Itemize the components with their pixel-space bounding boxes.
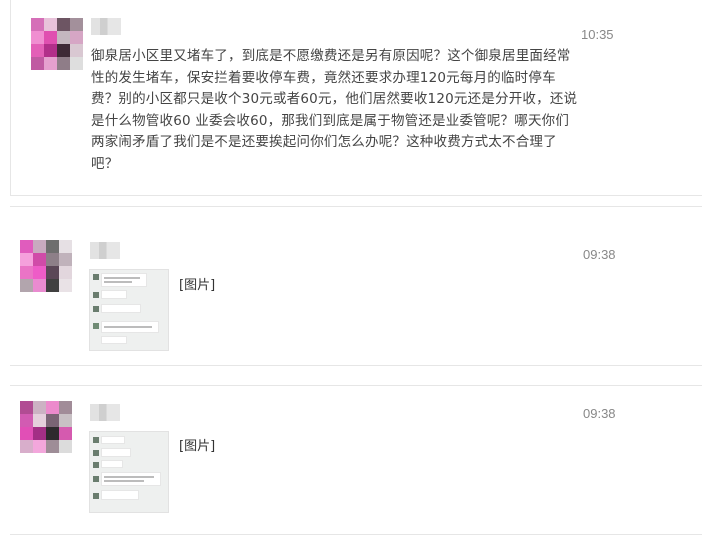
content-line: 性的发生堵车，保安拦着要收停车费，竟然还要求办理120元每月的临时停车 [91,69,556,86]
nickname[interactable] [90,404,120,421]
avatar-pixel [33,253,46,266]
avatar-pixel [20,240,33,253]
chat-bubble [101,460,123,468]
avatar-pixel [33,279,46,292]
chat-line [104,480,144,482]
chat-avatar-dot [93,493,99,499]
avatar-pixel [46,266,59,279]
avatar-pixel [59,253,72,266]
avatar-pixel [31,31,44,44]
chat-line [104,281,132,283]
avatar-pixel [59,266,72,279]
avatar-pixel [59,427,72,440]
avatar-pixel [33,414,46,427]
chat-line [104,476,154,478]
avatar-pixel [70,57,83,70]
chat-avatar-dot [93,306,99,312]
chat-bubble [101,472,161,486]
avatar-pixel [20,440,33,453]
avatar-pixel [57,44,70,57]
avatar-pixel [46,240,59,253]
message-time: 09:38 [583,247,616,262]
avatar-pixel [31,18,44,31]
avatar-pixel [57,31,70,44]
message-content: 御泉居小区里又堵车了，到底是不愿缴费还是另有原因呢？这个御泉居里面经常 性的发生… [91,46,591,175]
avatar-pixel [20,427,33,440]
avatar-pixel [59,401,72,414]
image-thumbnail[interactable] [89,431,169,513]
avatar-pixel [46,401,59,414]
avatar-pixel [57,57,70,70]
avatar-pixel [59,279,72,292]
content-line: 费？别的小区都只是收个30元或者60元，他们居然要收120元还是分开收，还说 [91,91,578,107]
avatar-pixel [46,427,59,440]
avatar-pixel [44,44,57,57]
avatar-pixel [46,279,59,292]
nickname[interactable] [90,242,120,259]
avatar-pixel [70,18,83,31]
message-item: 09:38 [图片] [10,385,702,535]
avatar-pixel [20,414,33,427]
avatar-pixel [44,31,57,44]
avatar-pixel [59,240,72,253]
avatar-pixel [33,401,46,414]
chat-avatar-dot [93,292,99,298]
chat-bubble [101,448,131,457]
message-time: 09:38 [583,406,616,421]
chat-avatar-dot [93,450,99,456]
chat-line [104,326,152,328]
image-thumbnail[interactable] [89,269,169,351]
chat-bubble [101,290,127,299]
avatar-pixel [70,44,83,57]
avatar-pixel [31,44,44,57]
avatar-pixel [20,253,33,266]
avatar[interactable] [31,18,83,70]
chat-bubble [101,273,147,287]
avatar[interactable] [20,240,72,292]
chat-avatar-dot [93,274,99,280]
avatar-pixel [59,440,72,453]
avatar-pixel [33,427,46,440]
image-label: [图片] [179,439,216,454]
avatar[interactable] [20,401,72,453]
chat-bubble [101,304,141,313]
avatar-pixel [46,440,59,453]
content-line: 是什么物管收60 业委会收60，那我们到底是属于物管还是业委管呢？哪天你们 [91,112,570,129]
avatar-pixel [33,240,46,253]
avatar-pixel [20,266,33,279]
avatar-pixel [46,414,59,427]
avatar-pixel [33,440,46,453]
content-line: 御泉居小区里又堵车了，到底是不愿缴费还是另有原因呢？这个御泉居里面经常 [91,48,571,64]
chat-avatar-dot [93,437,99,443]
message-item: 10:35 御泉居小区里又堵车了，到底是不愿缴费还是另有原因呢？这个御泉居里面经… [10,0,702,196]
avatar-pixel [46,253,59,266]
avatar-pixel [44,57,57,70]
chat-avatar-dot [93,323,99,329]
avatar-pixel [59,414,72,427]
chat-bubble [101,336,127,344]
chat-avatar-dot [93,476,99,482]
avatar-pixel [33,266,46,279]
chat-avatar-dot [93,462,99,468]
nickname[interactable] [91,18,121,35]
image-label: [图片] [179,278,216,293]
content-line: 两家闹矛盾了我们是不是还要挨起问你们怎么办呢？这种收费方式太不合理了 [91,134,557,150]
message-time: 10:35 [581,27,614,42]
content-line: 吧？ [91,155,119,172]
chat-bubble [101,490,139,500]
avatar-pixel [20,279,33,292]
chat-bubble [101,436,125,444]
avatar-pixel [57,18,70,31]
avatar-pixel [44,18,57,31]
chat-line [104,277,140,279]
avatar-pixel [20,401,33,414]
message-item: 09:38 [图片] [10,206,702,366]
avatar-pixel [31,57,44,70]
avatar-pixel [70,31,83,44]
